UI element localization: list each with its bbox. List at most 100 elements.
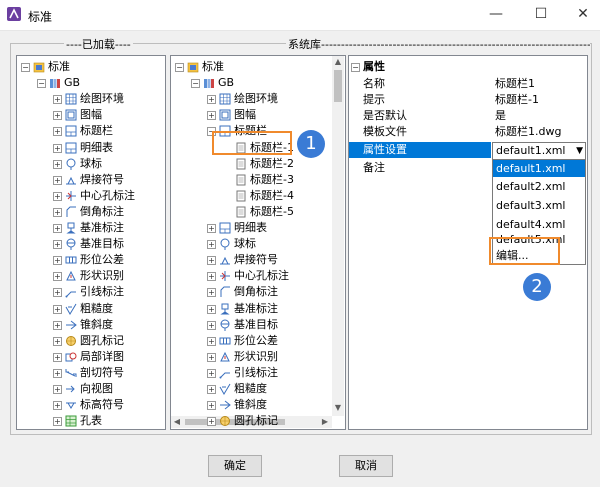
- dropdown-option[interactable]: default2.xml: [496, 178, 565, 195]
- expand-icon[interactable]: +: [53, 320, 62, 330]
- tree-item[interactable]: + 倒角标注: [17, 204, 165, 220]
- tree-item[interactable]: + 基准标注: [171, 301, 345, 317]
- expand-icon[interactable]: +: [53, 401, 62, 411]
- expand-icon[interactable]: +: [207, 417, 216, 427]
- tree-item[interactable]: + 明细表: [171, 220, 345, 236]
- expand-icon[interactable]: +: [207, 95, 216, 105]
- tree-item[interactable]: + 向视图: [17, 381, 165, 397]
- expand-icon[interactable]: +: [53, 417, 62, 427]
- expand-icon[interactable]: +: [53, 224, 62, 233]
- prop-row-attribute-settings[interactable]: 属性设置: [349, 142, 491, 158]
- expand-icon[interactable]: +: [53, 304, 62, 314]
- expand-icon[interactable]: +: [53, 368, 62, 378]
- tree-item[interactable]: + 基准目标: [171, 317, 345, 333]
- dropdown-option[interactable]: default4.xml: [496, 216, 565, 233]
- system-library-tree[interactable]: ▲ ▼ ◀ ▶ − 标准 − GB + 绘图环境 + 图幅 − 标题栏 标题栏-1 标题栏-2 标题栏-…: [170, 55, 346, 430]
- attribute-settings-select[interactable]: default1.xml ▼: [492, 142, 586, 160]
- collapse-icon[interactable]: −: [37, 79, 46, 89]
- tree-item[interactable]: + 局部详图: [17, 349, 165, 365]
- tree-item[interactable]: − GB: [171, 75, 345, 91]
- dropdown-option[interactable]: default3.xml: [496, 197, 565, 214]
- tree-item[interactable]: + 基准标注: [17, 220, 165, 236]
- tree-item[interactable]: + 倒角标注: [171, 284, 345, 300]
- tree-item[interactable]: − 标准: [17, 59, 165, 75]
- ok-button[interactable]: 确定: [208, 455, 262, 477]
- tree-item[interactable]: + 图幅: [171, 107, 345, 123]
- expand-icon[interactable]: +: [207, 336, 216, 346]
- expand-icon[interactable]: +: [207, 256, 216, 266]
- tree-item[interactable]: + 球标: [171, 236, 345, 252]
- tree-item[interactable]: + 焊接符号: [17, 172, 165, 188]
- expand-icon[interactable]: +: [53, 288, 62, 298]
- expand-icon[interactable]: +: [207, 385, 216, 394]
- tree-item[interactable]: + 粗糙度: [17, 301, 165, 317]
- tree-item[interactable]: + 图幅: [17, 107, 165, 123]
- tree-item[interactable]: + 形位公差: [171, 333, 345, 349]
- expand-icon[interactable]: +: [207, 111, 216, 121]
- expand-icon[interactable]: +: [207, 320, 216, 330]
- tree-item[interactable]: − GB: [17, 75, 165, 91]
- tree-item[interactable]: + 剖切符号: [17, 365, 165, 381]
- tree-item[interactable]: + 圆孔标记: [17, 333, 165, 349]
- close-button[interactable]: ✕: [575, 6, 591, 22]
- tree-item[interactable]: + 中心孔标注: [17, 188, 165, 204]
- expand-icon[interactable]: +: [53, 191, 62, 201]
- expand-icon[interactable]: +: [53, 336, 62, 346]
- tree-item[interactable]: + 标高符号: [17, 397, 165, 413]
- tree-item[interactable]: + 中心孔标注: [171, 268, 345, 284]
- tree-item[interactable]: + 绘图环境: [171, 91, 345, 107]
- tree-item[interactable]: + 圆孔标记: [171, 413, 345, 429]
- chevron-down-icon[interactable]: ▼: [576, 143, 583, 159]
- tree-item[interactable]: + 锥斜度: [171, 397, 345, 413]
- tree-item[interactable]: + 标题栏: [17, 123, 165, 139]
- tree-item[interactable]: + 粗糙度: [171, 381, 345, 397]
- tree-item[interactable]: + 孔表: [17, 413, 165, 429]
- expand-icon[interactable]: +: [207, 352, 216, 362]
- expand-icon[interactable]: +: [53, 111, 62, 121]
- collapse-icon[interactable]: −: [351, 63, 360, 72]
- tree-item[interactable]: + 形状识别: [17, 268, 165, 284]
- expand-icon[interactable]: +: [53, 352, 62, 362]
- expand-icon[interactable]: +: [53, 272, 62, 282]
- tree-item[interactable]: − 标准: [171, 59, 345, 75]
- expand-icon[interactable]: +: [207, 272, 216, 282]
- loaded-tree[interactable]: − 标准 − GB + 绘图环境 + 图幅 + 标题栏 + 明细表 + 球标 + 焊接符号 + 中心孔标注 + 倒角标…: [16, 55, 166, 430]
- tree-item[interactable]: 标题栏-4: [171, 188, 345, 204]
- tree-item[interactable]: + 焊接符号: [171, 252, 345, 268]
- expand-icon[interactable]: +: [53, 159, 62, 169]
- collapse-icon[interactable]: −: [21, 63, 30, 72]
- expand-icon[interactable]: +: [53, 207, 62, 217]
- dropdown-option[interactable]: default1.xml: [493, 160, 585, 177]
- tree-item[interactable]: + 形状识别: [171, 349, 345, 365]
- tree-item[interactable]: + 明细表: [17, 140, 165, 156]
- expand-icon[interactable]: +: [207, 288, 216, 298]
- expand-icon[interactable]: +: [207, 401, 216, 411]
- tree-item[interactable]: + 基准目标: [17, 236, 165, 252]
- expand-icon[interactable]: +: [207, 224, 216, 233]
- tree-item[interactable]: + 锥斜度: [17, 317, 165, 333]
- expand-icon[interactable]: +: [207, 240, 216, 250]
- tree-item[interactable]: 标题栏-2: [171, 156, 345, 172]
- cancel-button[interactable]: 取消: [339, 455, 393, 477]
- expand-icon[interactable]: +: [207, 368, 216, 378]
- tree-item[interactable]: + 绘图环境: [17, 91, 165, 107]
- maximize-button[interactable]: ☐: [533, 6, 549, 22]
- expand-icon[interactable]: +: [53, 127, 62, 137]
- collapse-icon[interactable]: −: [191, 79, 200, 89]
- detail-icon: [65, 352, 77, 362]
- expand-icon[interactable]: +: [53, 385, 62, 394]
- tree-item[interactable]: + 球标: [17, 156, 165, 172]
- tree-item[interactable]: + 引线标注: [171, 365, 345, 381]
- tree-item[interactable]: + 引线标注: [17, 284, 165, 300]
- expand-icon[interactable]: +: [207, 304, 216, 314]
- tree-item[interactable]: + 形位公差: [17, 252, 165, 268]
- expand-icon[interactable]: +: [53, 175, 62, 185]
- expand-icon[interactable]: +: [53, 143, 62, 153]
- tree-item[interactable]: 标题栏-5: [171, 204, 345, 220]
- expand-icon[interactable]: +: [53, 256, 62, 266]
- tree-item[interactable]: 标题栏-3: [171, 172, 345, 188]
- collapse-icon[interactable]: −: [175, 63, 184, 72]
- expand-icon[interactable]: +: [53, 240, 62, 250]
- minimize-button[interactable]: —: [488, 6, 504, 22]
- expand-icon[interactable]: +: [53, 95, 62, 105]
